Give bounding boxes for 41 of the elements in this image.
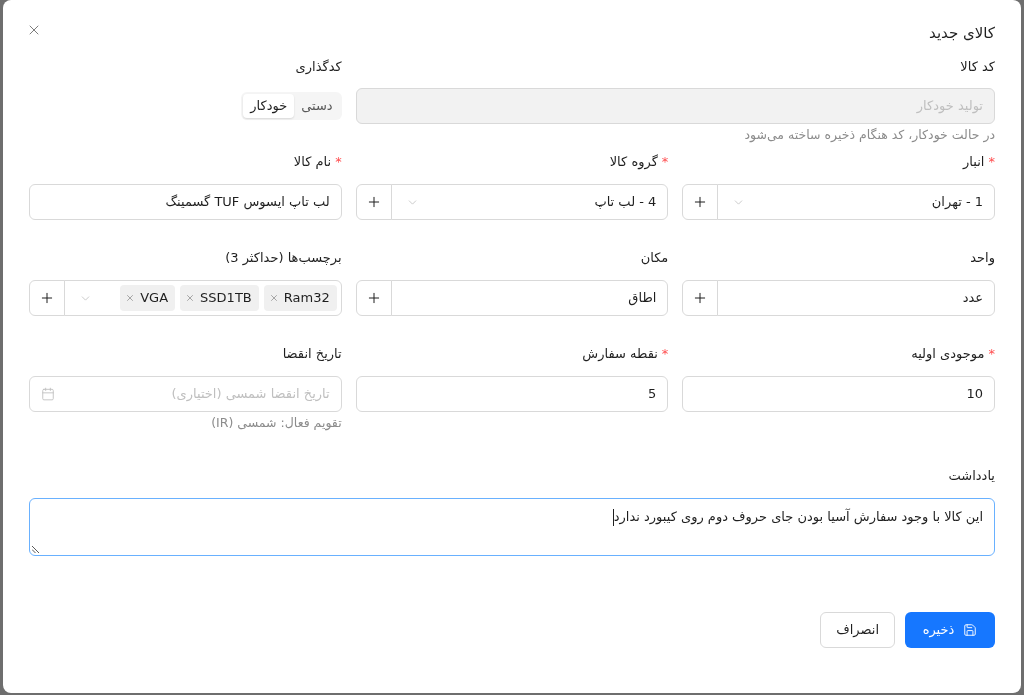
dialog-title: کالای جدید	[929, 23, 995, 44]
text-field[interactable]: لب تاپ ایسوس TUF گسمینگ	[29, 184, 342, 220]
field-label: برچسب‌ها (حداکثر 3)	[225, 249, 342, 268]
field-label: * نقطه سفارش	[582, 345, 669, 364]
field-label: * نام کالا	[293, 153, 342, 171]
plus-icon	[39, 290, 55, 306]
select-field[interactable]: 1 - تهران	[717, 184, 995, 220]
note-field[interactable]: این کالا با وجود سفارش آسیا بودن جای حروف دوم روی کیبورد ندارد	[29, 498, 995, 556]
text-field[interactable]: 5	[355, 376, 669, 412]
save-button[interactable]: ذخیره	[905, 612, 995, 648]
add-button[interactable]	[355, 280, 392, 316]
save-icon	[963, 623, 978, 637]
resize-handle-icon	[32, 546, 39, 553]
field-label: کدگذاری	[295, 58, 342, 77]
field-label: واحد	[970, 249, 995, 268]
text-field[interactable]: اطاق	[390, 280, 669, 316]
text-cursor-icon	[612, 509, 614, 526]
field-label: تاریخ انقضا	[282, 345, 342, 364]
add-button[interactable]	[29, 280, 65, 316]
add-button[interactable]	[355, 184, 392, 220]
field-label: کد کالا	[960, 58, 995, 76]
field-label: * گروه کالا	[609, 153, 669, 172]
remove-icon[interactable]	[268, 293, 279, 303]
field-label: یادداشت	[948, 467, 995, 485]
calendar-icon	[41, 387, 55, 401]
remove-icon[interactable]	[185, 293, 196, 303]
text-field[interactable]: 10	[682, 376, 995, 412]
select-field[interactable]: 4 - لب تاپ	[390, 184, 669, 220]
tag: VGA	[120, 285, 176, 311]
field-label: * موجودی اولیه	[911, 345, 995, 364]
field-label: * انبار	[963, 153, 995, 171]
help-text: در حالت خودکار، کد هنگام ذخیره ساخته می‌شود	[744, 126, 995, 145]
add-button[interactable]	[682, 280, 719, 316]
remove-icon[interactable]	[125, 293, 136, 303]
help-text: تقویم فعال: شمسی (IR)	[211, 414, 342, 433]
text-field[interactable]: عدد	[717, 280, 995, 316]
segment-option[interactable]: دستی	[294, 94, 340, 118]
segment-option[interactable]: خودکار	[243, 94, 295, 118]
cancel-button[interactable]: انصراف	[820, 612, 895, 648]
field-label: مکان	[640, 249, 669, 267]
add-button[interactable]	[682, 184, 719, 220]
